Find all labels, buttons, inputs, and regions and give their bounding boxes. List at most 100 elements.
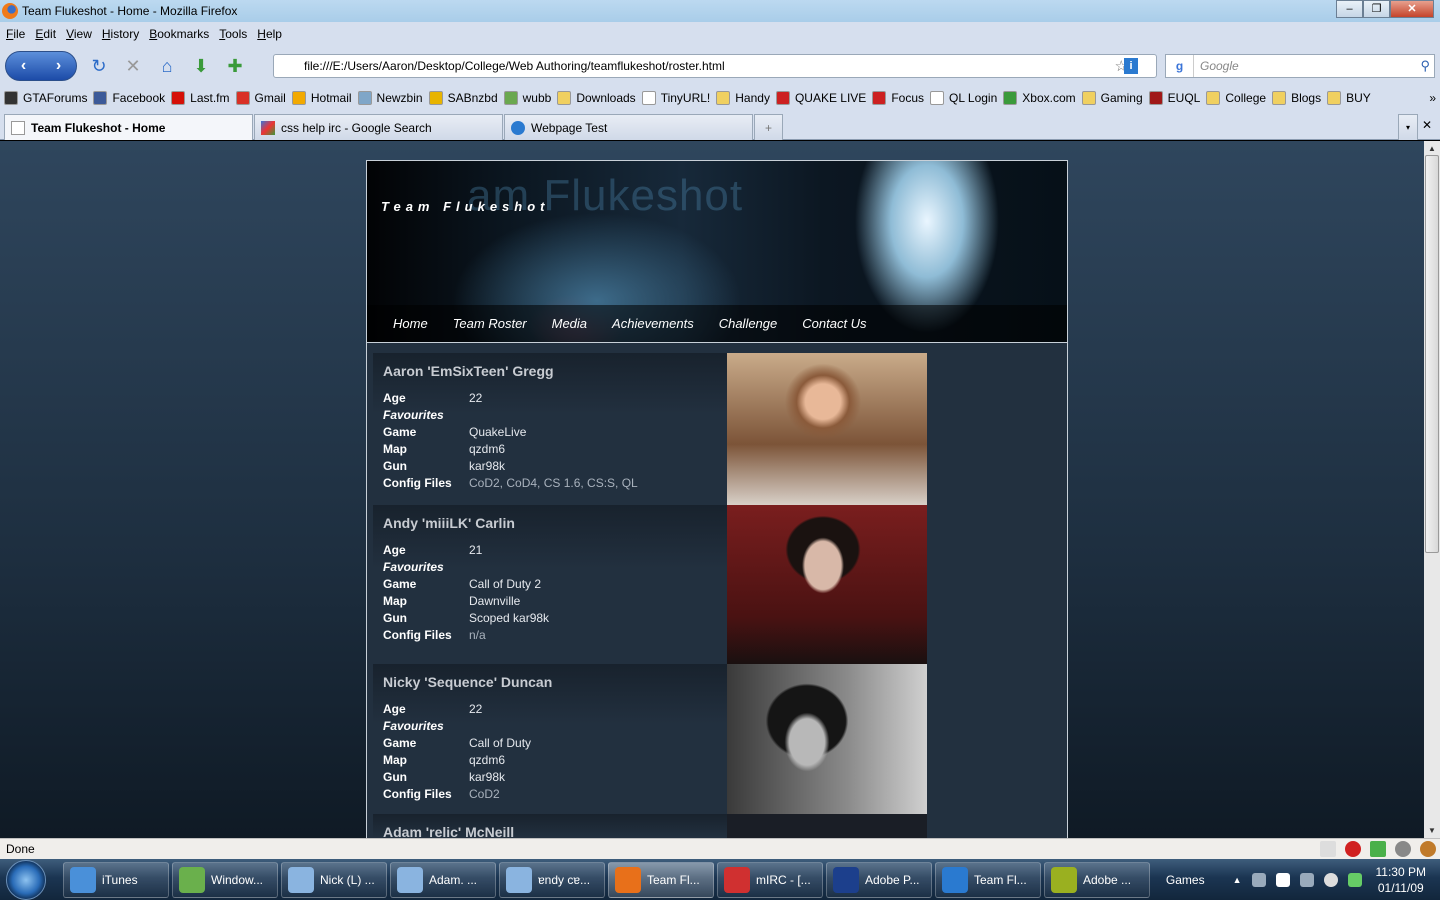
addon-icon[interactable] xyxy=(1320,841,1336,857)
forward-icon[interactable]: › xyxy=(56,57,61,75)
mail-icon[interactable] xyxy=(1275,872,1290,887)
bookmark-item[interactable]: Facebook xyxy=(93,91,165,105)
stop-icon[interactable]: ✕ xyxy=(121,54,145,78)
tab-google-search[interactable]: css help irc - Google Search xyxy=(254,114,503,140)
bookmark-label: Downloads xyxy=(576,91,636,105)
bookmark-item[interactable]: College xyxy=(1206,91,1266,105)
url-bar[interactable]: file:///E:/Users/Aaron/Desktop/College/W… xyxy=(273,54,1157,78)
menu-help[interactable]: Help xyxy=(257,27,282,41)
search-placeholder[interactable]: Google xyxy=(1200,59,1239,73)
bookmark-item[interactable]: Gaming xyxy=(1081,91,1143,105)
google-icon[interactable]: g xyxy=(1166,55,1194,77)
bookmark-item[interactable]: Blogs xyxy=(1272,91,1321,105)
bookmark-item[interactable]: EUQL xyxy=(1148,91,1200,105)
member-name: Nicky 'Sequence' Duncan xyxy=(383,674,553,690)
bookmark-label: Handy xyxy=(735,91,770,105)
menu-view[interactable]: View xyxy=(66,27,92,41)
home-icon[interactable]: ⌂ xyxy=(155,54,179,78)
bookmark-item[interactable]: Hotmail xyxy=(291,91,352,105)
start-button[interactable] xyxy=(6,859,46,900)
bookmark-item[interactable]: Xbox.com xyxy=(1003,91,1076,105)
nav-team-roster[interactable]: Team Roster xyxy=(453,316,527,331)
bookmark-item[interactable]: Focus xyxy=(872,91,924,105)
taskbar-item[interactable]: Adobe P... xyxy=(826,861,932,898)
taskbar-item[interactable]: iTunes xyxy=(63,861,169,898)
tab-list-button[interactable]: ▾ xyxy=(1398,114,1418,140)
nav-contact-us[interactable]: Contact Us xyxy=(802,316,866,331)
taskbar-item[interactable]: Team Fl... xyxy=(608,861,714,898)
bookmark-item[interactable]: wubb xyxy=(503,91,551,105)
nav-achievements[interactable]: Achievements xyxy=(612,316,694,331)
show-hidden-icons[interactable]: ▲ xyxy=(1233,875,1242,885)
taskbar-item[interactable]: Adam. ... xyxy=(390,861,496,898)
bookmark-icon xyxy=(557,91,572,105)
taskbar-label: Team Fl... xyxy=(974,872,1027,887)
bookmarks-overflow-button[interactable]: » xyxy=(1429,91,1436,105)
taskbar-item[interactable]: mIRC - [... xyxy=(717,861,823,898)
clock[interactable]: 11:30 PM 01/11/09 xyxy=(1376,864,1426,896)
games-toolbar[interactable]: Games xyxy=(1166,873,1205,887)
field-label: Config Files xyxy=(383,787,452,801)
bookmark-item[interactable]: Last.fm xyxy=(171,91,230,105)
nav-challenge[interactable]: Challenge xyxy=(719,316,778,331)
close-button[interactable]: ✕ xyxy=(1390,0,1434,18)
taskbar-item[interactable]: Nick (L) ... xyxy=(281,861,387,898)
taskbar-item[interactable]: Window... xyxy=(172,861,278,898)
bookmark-item[interactable]: BUY xyxy=(1327,91,1371,105)
minimize-button[interactable]: – xyxy=(1336,0,1363,18)
power-icon[interactable] xyxy=(1347,872,1362,887)
check-icon[interactable] xyxy=(1370,841,1386,857)
reload-icon[interactable]: ↻ xyxy=(87,54,111,78)
search-box[interactable]: g Google ⚲ xyxy=(1165,54,1435,78)
search-icon[interactable]: ⚲ xyxy=(1420,58,1430,74)
scroll-up-icon[interactable]: ▲ xyxy=(1428,144,1436,153)
member-info: Andy 'miiiLK' Carlin Age 21 Favourites Game C… xyxy=(373,505,727,664)
bookmark-item[interactable]: QUAKE LIVE xyxy=(775,91,866,105)
bookmark-item[interactable]: Newzbin xyxy=(357,91,423,105)
back-forward-button[interactable]: ‹ › xyxy=(5,51,77,81)
taskbar-item[interactable]: Team Fl... xyxy=(935,861,1041,898)
network-icon[interactable] xyxy=(1251,872,1266,887)
new-tab-button[interactable]: + xyxy=(754,114,783,140)
bookmark-item[interactable]: SABnzbd xyxy=(428,91,498,105)
adblock-icon[interactable] xyxy=(1345,841,1361,857)
bookmark-item[interactable]: Downloads xyxy=(557,91,636,105)
new-tab-plus-icon[interactable]: ✚ xyxy=(223,54,247,78)
scrollbar-thumb[interactable] xyxy=(1425,155,1439,553)
download-icon[interactable]: ⬇ xyxy=(189,54,213,78)
bookmark-item[interactable]: Gmail xyxy=(235,91,286,105)
bookmark-item[interactable]: Handy xyxy=(716,91,770,105)
bug-icon[interactable] xyxy=(1395,841,1411,857)
bookmark-item[interactable]: QL Login xyxy=(930,91,997,105)
scroll-down-icon[interactable]: ▼ xyxy=(1428,826,1436,835)
menu-history[interactable]: History xyxy=(102,27,139,41)
chat-icon[interactable] xyxy=(1323,872,1338,887)
menu-bookmarks[interactable]: Bookmarks xyxy=(149,27,209,41)
volume-icon[interactable] xyxy=(1299,872,1314,887)
monkey-icon[interactable] xyxy=(1420,841,1436,857)
tab-webpage-test[interactable]: Webpage Test xyxy=(504,114,753,140)
restore-button[interactable]: ❐ xyxy=(1363,0,1390,18)
vertical-scrollbar[interactable]: ▲ ▼ xyxy=(1424,141,1440,838)
close-tab-icon[interactable]: ✕ xyxy=(1422,118,1432,132)
tab-team-flukeshot[interactable]: Team Flukeshot - Home xyxy=(4,114,253,140)
menu-file[interactable]: File xyxy=(6,27,25,41)
menu-tools[interactable]: Tools xyxy=(219,27,247,41)
bookmark-item[interactable]: TinyURL! xyxy=(641,91,710,105)
member-config-row: Config Files CoD2 xyxy=(383,787,727,804)
url-text[interactable]: file:///E:/Users/Aaron/Desktop/College/W… xyxy=(304,59,725,73)
taskbar-item[interactable]: Adobe ... xyxy=(1044,861,1150,898)
site-container: am Flukeshot Team Flukeshot Home Team Ro… xyxy=(366,160,1068,838)
back-icon[interactable]: ‹ xyxy=(21,57,26,75)
nav-home[interactable]: Home xyxy=(393,316,428,331)
field-label: Game xyxy=(383,577,417,591)
navigation-toolbar: ‹ › ↻ ✕ ⌂ ⬇ ✚ file:///E:/Users/Aaron/Desk… xyxy=(0,46,1440,86)
taskbar-item[interactable]: ɐndy cɐ... xyxy=(499,861,605,898)
member-game-row: Game Call of Duty 2 xyxy=(383,577,727,594)
bookmark-item[interactable]: GTAForums xyxy=(4,91,87,105)
menu-edit[interactable]: Edit xyxy=(35,27,56,41)
nav-media[interactable]: Media xyxy=(552,316,587,331)
site-info-icon[interactable]: i xyxy=(1124,58,1138,74)
field-label: Gun xyxy=(383,611,407,625)
bookmark-label: QL Login xyxy=(949,91,998,105)
